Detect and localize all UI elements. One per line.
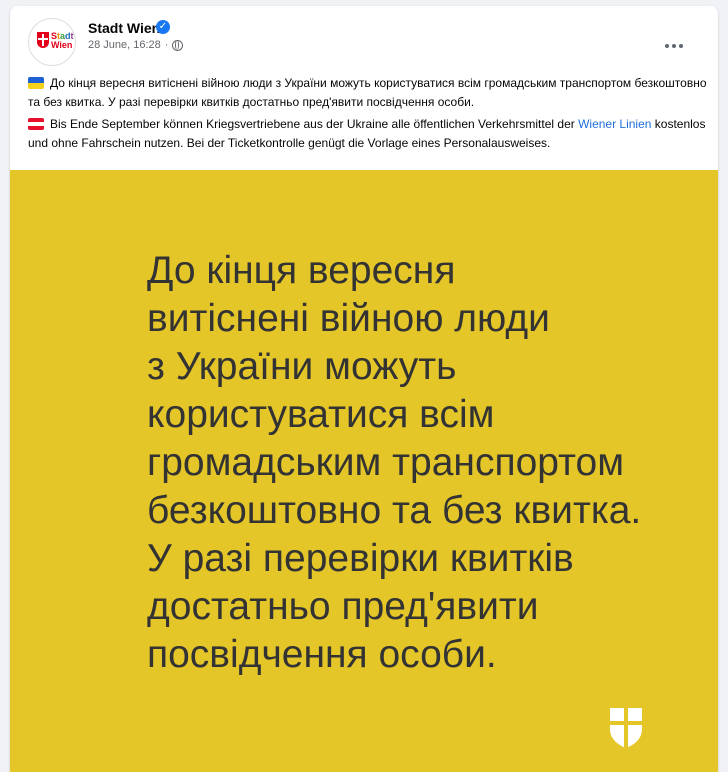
page-name[interactable]: Stadt Wien <box>88 20 160 36</box>
image-text-line: достатньо пред'явити <box>147 585 539 628</box>
image-text-line: користуватися всім <box>147 393 495 436</box>
globe-icon <box>172 39 184 51</box>
image-text-line: безкоштовно та без квитка. <box>147 489 642 532</box>
avatar[interactable]: Stadt Wien <box>28 18 76 66</box>
verified-badge-icon: ✓ <box>156 20 170 34</box>
post-text-ukrainian: До кінця вересня витіснені війною люди з… <box>28 74 708 112</box>
image-text-line: У разі перевірки квитків <box>147 537 574 580</box>
image-text-line: з України можуть <box>147 345 457 388</box>
wiener-linien-link[interactable]: Wiener Linien <box>578 117 651 131</box>
image-text-line: громадським транспортом <box>147 441 625 484</box>
austria-flag-icon <box>28 118 44 130</box>
post-text-german: Bis Ende September können Kriegsvertrieb… <box>28 115 708 153</box>
image-text-line: витіснені війною люди <box>147 297 550 340</box>
ukrainian-text: До кінця вересня витіснені війною люди з… <box>28 76 707 109</box>
vienna-shield-icon <box>37 32 49 48</box>
more-options-button[interactable] <box>656 28 692 64</box>
image-text-line: посвідчення особи. <box>147 633 497 676</box>
more-options-icon <box>665 44 669 48</box>
image-text: До кінця вересня витіснені війною люди з… <box>147 247 687 679</box>
post-meta: 28 June, 16:28 · <box>88 39 184 51</box>
post-header: Stadt Wien Stadt Wien ✓ 28 June, 16:28 · <box>10 6 718 66</box>
avatar-text-wien: Wien <box>51 40 73 50</box>
meta-separator: · <box>164 39 169 51</box>
vienna-shield-logo <box>610 708 642 748</box>
post-image[interactable]: До кінця вересня витіснені війною люди з… <box>10 170 718 772</box>
post-text: До кінця вересня витіснені війною люди з… <box>28 74 708 153</box>
ukraine-flag-icon <box>28 77 44 89</box>
post-timestamp[interactable]: 28 June, 16:28 <box>88 39 161 51</box>
post-card: Stadt Wien Stadt Wien ✓ 28 June, 16:28 ·… <box>10 6 718 772</box>
image-text-line: До кінця вересня <box>147 249 456 292</box>
german-text-before: Bis Ende September können Kriegsvertrieb… <box>50 117 579 131</box>
